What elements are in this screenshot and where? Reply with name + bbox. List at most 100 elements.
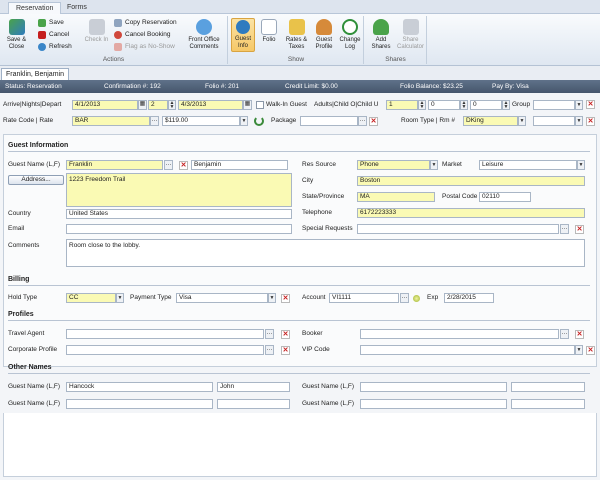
adults-input[interactable]: 1	[386, 100, 418, 110]
group-select[interactable]	[533, 100, 575, 110]
guest-info-button[interactable]: Guest Info	[231, 18, 255, 52]
depart-date-input[interactable]: 4/3/2013	[178, 100, 243, 110]
address-button[interactable]: Address...	[8, 175, 64, 185]
cancel-button[interactable]: Cancel	[38, 30, 69, 40]
account-input[interactable]: VI1111	[329, 293, 399, 303]
rates-taxes-button[interactable]: Rates & Taxes	[283, 18, 310, 52]
exp-date-input[interactable]: 2/28/2015	[444, 293, 494, 303]
clear-vip-code-button[interactable]: ✕	[586, 346, 595, 355]
package-input[interactable]	[300, 116, 358, 126]
res-source-dropdown-arrow[interactable]: ▼	[430, 160, 438, 170]
tab-reservation[interactable]: Reservation	[8, 2, 62, 14]
other-name-last-input[interactable]	[66, 399, 213, 409]
guest-first-name-input[interactable]: Benjamin	[191, 160, 288, 170]
other-name-last-input[interactable]	[360, 382, 507, 392]
state-input[interactable]: MA	[357, 192, 435, 202]
cancel-booking-button[interactable]: Cancel Booking	[114, 30, 171, 40]
clear-travel-agent-button[interactable]: ✕	[281, 330, 290, 339]
nights-input[interactable]: 2	[148, 100, 168, 110]
special-requests-lookup-button[interactable]: …	[560, 224, 569, 234]
nights-stepper[interactable]: ▲ ▼	[168, 100, 176, 110]
save-button[interactable]: Save	[38, 18, 64, 28]
rate-code-input[interactable]: BAR	[72, 116, 150, 126]
check-in-button[interactable]: Check In	[82, 18, 111, 52]
exp-label: Exp	[427, 294, 439, 301]
guest-lookup-button[interactable]: …	[164, 160, 173, 170]
clear-special-requests-button[interactable]: ✕	[575, 225, 584, 234]
vip-code-dropdown-arrow[interactable]: ▼	[575, 345, 583, 355]
change-log-button[interactable]: Change Log	[338, 18, 362, 52]
account-lookup-button[interactable]: …	[400, 293, 409, 303]
clear-group-button[interactable]: ✕	[586, 100, 595, 109]
child-u-stepper[interactable]: ▲ ▼	[502, 100, 510, 110]
add-shares-button[interactable]: Add Shares	[367, 18, 395, 52]
clear-booker-button[interactable]: ✕	[575, 330, 584, 339]
hold-type-select[interactable]: CC	[66, 293, 116, 303]
room-number-input[interactable]	[533, 116, 575, 126]
other-name-last-input[interactable]: Hancock	[66, 382, 213, 392]
rate-dropdown-arrow[interactable]: ▼	[240, 116, 248, 126]
room-number-dropdown-arrow[interactable]: ▼	[575, 116, 583, 126]
copy-reservation-button[interactable]: Copy Reservation	[114, 18, 177, 28]
shares-group-label: Shares	[385, 56, 406, 63]
profiles-divider	[8, 320, 590, 321]
clear-package-button[interactable]: ✕	[369, 117, 378, 126]
telephone-input[interactable]: 6172223333	[357, 208, 585, 218]
guest-profile-button[interactable]: Guest Profile	[312, 18, 336, 52]
booker-lookup-button[interactable]: …	[560, 329, 569, 339]
country-input[interactable]: United States	[66, 209, 292, 219]
group-dropdown-arrow[interactable]: ▼	[575, 100, 583, 110]
clear-payment-button[interactable]: ✕	[281, 294, 290, 303]
other-name-first-input[interactable]	[511, 382, 585, 392]
corporate-profile-lookup-button[interactable]: …	[265, 345, 274, 355]
other-name-first-input[interactable]	[511, 399, 585, 409]
payment-type-dropdown-arrow[interactable]: ▼	[268, 293, 276, 303]
package-lookup-button[interactable]: …	[358, 116, 367, 126]
flag-no-show-button[interactable]: Flag as No-Show	[114, 42, 175, 52]
market-dropdown-arrow[interactable]: ▼	[577, 160, 585, 170]
clear-guest-button[interactable]: ✕	[179, 161, 188, 170]
folio-button[interactable]: Folio	[257, 18, 281, 52]
corporate-profile-input[interactable]	[66, 345, 264, 355]
comments-textarea[interactable]: Room close to the lobby.	[66, 239, 585, 267]
refresh-rate-icon[interactable]	[254, 116, 264, 126]
email-input[interactable]	[66, 224, 292, 234]
city-input[interactable]: Boston	[357, 176, 585, 186]
guest-last-name-input[interactable]: Franklin	[66, 160, 163, 170]
booker-input[interactable]	[360, 329, 559, 339]
room-type-dropdown-arrow[interactable]: ▼	[518, 116, 526, 126]
arrive-calendar-button[interactable]: ▦	[138, 100, 147, 110]
res-source-select[interactable]: Phone	[357, 160, 430, 170]
travel-agent-input[interactable]	[66, 329, 264, 339]
room-type-input[interactable]: DKing	[463, 116, 518, 126]
child-u-input[interactable]: 0	[470, 100, 502, 110]
child-o-stepper[interactable]: ▲ ▼	[460, 100, 468, 110]
front-office-comments-button[interactable]: Front Office Comments	[186, 18, 222, 52]
market-select[interactable]: Leisure	[479, 160, 577, 170]
document-tab-guest[interactable]: Franklin, Benjamin	[1, 68, 69, 80]
rate-code-lookup-button[interactable]: …	[150, 116, 159, 126]
special-requests-input[interactable]	[357, 224, 559, 234]
calculator-icon	[402, 19, 419, 35]
child-o-input[interactable]: 0	[428, 100, 460, 110]
travel-agent-lookup-button[interactable]: …	[265, 329, 274, 339]
other-name-first-input[interactable]	[217, 399, 290, 409]
other-name-last-input[interactable]	[360, 399, 507, 409]
adults-stepper[interactable]: ▲ ▼	[418, 100, 426, 110]
address-textarea[interactable]: 1223 Freedom Trail	[66, 173, 292, 207]
arrive-date-input[interactable]: 4/1/2013	[72, 100, 138, 110]
hold-type-dropdown-arrow[interactable]: ▼	[116, 293, 124, 303]
other-name-first-input[interactable]: John	[217, 382, 290, 392]
walk-in-checkbox[interactable]	[256, 101, 264, 109]
clear-room-button[interactable]: ✕	[586, 117, 595, 126]
depart-calendar-button[interactable]: ▦	[243, 100, 252, 110]
tab-forms[interactable]: Forms	[60, 2, 94, 14]
payment-type-select[interactable]: Visa	[176, 293, 268, 303]
postal-code-input[interactable]: 02110	[479, 192, 531, 202]
share-calculator-button[interactable]: Share Calculator	[396, 18, 425, 52]
rate-amount-input[interactable]: $119.00	[162, 116, 240, 126]
vip-code-select[interactable]	[360, 345, 575, 355]
clear-corporate-profile-button[interactable]: ✕	[281, 346, 290, 355]
refresh-button[interactable]: Refresh	[38, 42, 72, 52]
save-close-button[interactable]: Save & Close	[2, 18, 31, 52]
